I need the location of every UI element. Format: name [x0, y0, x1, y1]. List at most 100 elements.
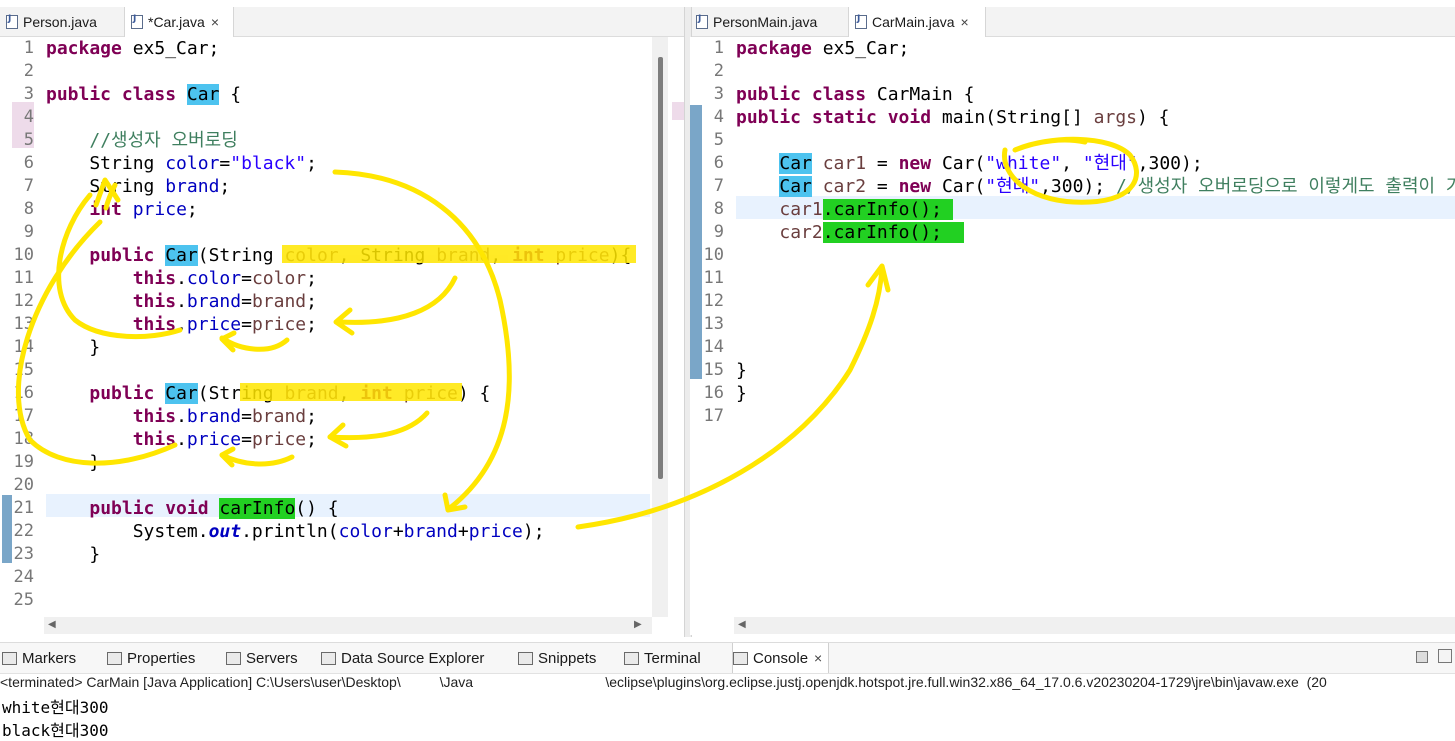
view-tab-console[interactable]: Console × [732, 643, 830, 673]
line-number: 10 [13, 245, 34, 265]
line-number: 5 [23, 130, 34, 150]
view-tab-markers[interactable]: Markers [2, 643, 76, 673]
line-number: 24 [13, 567, 34, 587]
line-number: 13 [703, 314, 724, 334]
java-file-icon [696, 14, 708, 29]
line-number: 8 [23, 199, 34, 219]
java-file-icon [131, 14, 143, 29]
view-tab-label: Data Source Explorer [341, 649, 485, 667]
line-number: 18 [13, 429, 34, 449]
maximize-icon[interactable] [1438, 649, 1452, 663]
code-line[interactable]: //생성자 오버로딩 [46, 129, 237, 152]
code-line[interactable]: String color="black"; [46, 152, 317, 175]
line-number: 6 [23, 153, 34, 173]
view-tab-label: Terminal [644, 649, 701, 667]
code-line[interactable]: Car car1 = new Car("white", "현대",300); [736, 152, 1203, 175]
code-line[interactable]: public Car(String brand, int price) { [46, 382, 490, 405]
code-line[interactable]: this.color=color; [46, 267, 317, 290]
view-tab-snippets[interactable]: Snippets [518, 643, 596, 673]
scroll-right-icon[interactable]: ▶ [634, 619, 642, 630]
view-tab-servers[interactable]: Servers [226, 643, 298, 673]
line-number: 17 [13, 406, 34, 426]
horizontal-scrollbar[interactable]: ◀ ▶ [44, 617, 652, 634]
overview-ruler [672, 102, 684, 120]
close-icon[interactable]: × [211, 14, 219, 30]
code-line[interactable]: package ex5_Car; [46, 37, 219, 60]
line-number: 17 [703, 406, 724, 426]
code-line[interactable]: } [46, 451, 100, 474]
view-tab-terminal[interactable]: Terminal [624, 643, 701, 673]
console-launch-info: <terminated> CarMain [Java Application] … [0, 674, 1327, 690]
car-java-editor[interactable]: 1 package ex5_Car; 2 3 public class Car {4 5 … [0, 37, 668, 635]
code-line[interactable]: package ex5_Car; [736, 37, 909, 60]
markers-icon [2, 651, 17, 665]
line-number: 25 [13, 590, 34, 610]
line-number: 16 [13, 383, 34, 403]
line-number: 7 [23, 176, 34, 196]
code-line[interactable]: public void carInfo() { [46, 497, 339, 520]
code-line[interactable]: car1.carInfo(); [736, 198, 953, 221]
code-line[interactable]: } [46, 336, 100, 359]
tab-personmain-java[interactable]: PersonMain.java [690, 7, 840, 36]
servers-icon [226, 651, 241, 665]
code-line[interactable]: } [736, 382, 747, 405]
code-line[interactable]: Car car2 = new Car("현대",300); //생성자 오버로딩… [736, 175, 1455, 198]
close-icon[interactable]: × [960, 14, 968, 30]
scroll-left-icon[interactable]: ◀ [738, 619, 746, 630]
code-line[interactable]: public class CarMain { [736, 83, 974, 106]
line-number: 4 [23, 107, 34, 127]
terminal-icon [624, 651, 639, 665]
line-number: 1 [713, 38, 724, 58]
code-line[interactable]: int price; [46, 198, 197, 221]
minimize-icon[interactable] [1416, 651, 1428, 663]
vertical-scrollbar[interactable] [652, 37, 668, 617]
code-line[interactable]: public Car(String color, String brand, i… [46, 244, 631, 267]
code-line[interactable]: System.out.println(color+brand+price); [46, 520, 545, 543]
code-line[interactable]: this.brand=brand; [46, 290, 317, 313]
scroll-left-icon[interactable]: ◀ [48, 619, 56, 630]
tab-car-java[interactable]: *Car.java × [124, 7, 234, 37]
view-tab-properties[interactable]: Properties [107, 643, 195, 673]
tab-person-java[interactable]: Person.java [0, 7, 118, 36]
line-number: 14 [703, 337, 724, 357]
code-line[interactable]: this.price=price; [46, 313, 317, 336]
line-number: 14 [13, 337, 34, 357]
code-line[interactable]: } [736, 359, 747, 382]
line-number: 1 [23, 38, 34, 58]
view-tab-label: Markers [22, 649, 77, 667]
close-icon[interactable]: × [814, 650, 822, 666]
line-number: 11 [703, 268, 724, 288]
line-number: 2 [713, 61, 724, 81]
line-number: 15 [703, 360, 724, 380]
line-number: 11 [13, 268, 34, 288]
code-line[interactable]: this.price=price; [46, 428, 317, 451]
carmain-java-editor[interactable]: 1 package ex5_Car; 2 3 public class CarMain … [672, 37, 1455, 635]
console-output-line: white현대300 [2, 698, 109, 717]
line-number: 9 [23, 222, 34, 242]
line-number: 20 [13, 475, 34, 495]
line-number: 6 [713, 153, 724, 173]
code-line[interactable]: car2.carInfo(); [736, 221, 964, 244]
console-icon [733, 651, 748, 665]
tab-label: PersonMain.java [713, 13, 818, 30]
code-line[interactable]: this.brand=brand; [46, 405, 317, 428]
code-line[interactable]: public static void main(String[] args) { [736, 106, 1170, 129]
scrollbar-thumb[interactable] [658, 57, 663, 479]
line-number: 3 [23, 84, 34, 104]
view-tab-label: Servers [246, 649, 298, 667]
code-line[interactable]: public class Car { [46, 83, 241, 106]
left-editor-tabbar: Person.java *Car.java × [0, 7, 684, 37]
line-number: 8 [713, 199, 724, 219]
tab-carmain-java[interactable]: CarMain.java × [848, 7, 986, 37]
line-number: 16 [703, 383, 724, 403]
line-number: 2 [23, 61, 34, 81]
view-tab-data-source-explorer[interactable]: Data Source Explorer [321, 643, 484, 673]
right-editor-tabbar: PersonMain.java CarMain.java × [690, 7, 1455, 37]
line-number: 12 [703, 291, 724, 311]
code-line[interactable]: String brand; [46, 175, 230, 198]
java-file-icon [6, 14, 18, 29]
line-number: 9 [713, 222, 724, 242]
horizontal-scrollbar[interactable]: ◀ [734, 617, 1455, 634]
code-line[interactable]: } [46, 543, 100, 566]
line-number: 21 [13, 498, 34, 518]
